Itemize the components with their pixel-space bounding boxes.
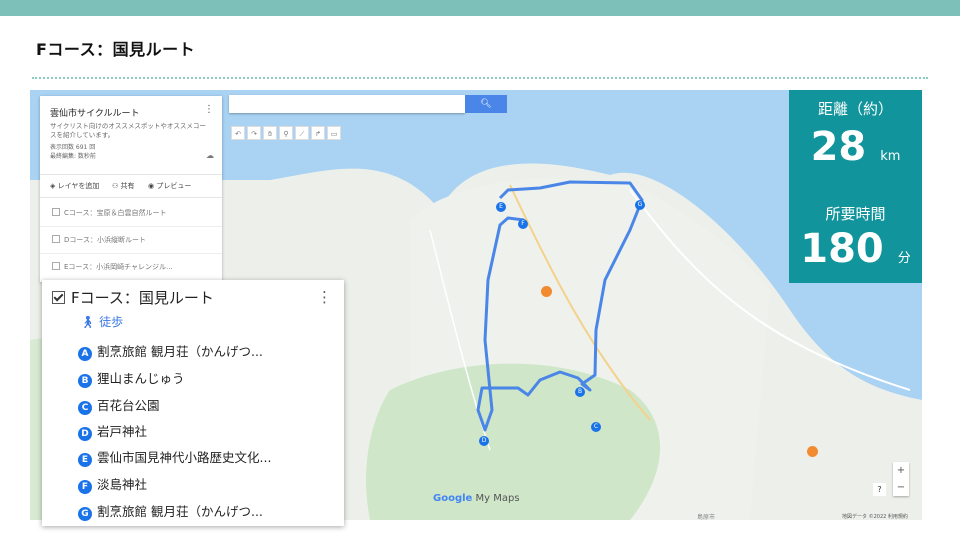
list-item[interactable]: E 雲仙市国見神代小路歴史文化... (78, 447, 271, 467)
layer-label: Eコース：小浜岡崎チャレンジル... (64, 263, 173, 271)
map-description: サイクリスト向けのオススメスポットやオススメコースを紹介しています。 (50, 122, 206, 139)
logo-brand: Google (433, 493, 473, 504)
item-label: 百花台公園 (97, 398, 160, 413)
top-bar (0, 0, 960, 16)
place-label: 島原市 (697, 514, 716, 521)
layer-card: Fコース：国見ルート ⋮ 🚶︎ 徒歩 A 割烹旅館 観月荘（かんげつ... B 狸山… (42, 280, 344, 526)
marker-icon[interactable]: ⚲ (279, 126, 293, 140)
item-label: 岩戸神社 (97, 424, 148, 439)
marker-g[interactable]: G (635, 200, 645, 210)
marker-icon: D (78, 427, 92, 441)
directions-icon[interactable]: ↱ (311, 126, 325, 140)
poi-marker[interactable] (807, 446, 818, 457)
search-input[interactable] (229, 95, 465, 113)
last-edited: 最終編集: 数秒前 (50, 153, 96, 160)
share-button[interactable]: ⚇ 共有 (112, 181, 135, 191)
map-footer[interactable]: 地図データ ©2022 利用規約 (842, 513, 908, 520)
divider (40, 253, 222, 254)
undo-icon[interactable]: ↶ (231, 126, 245, 140)
layer-item[interactable]: Dコース：小浜縦断ルート (52, 235, 146, 245)
page-title: Fコース：国見ルート (36, 40, 196, 59)
divider (40, 226, 222, 227)
poi-marker[interactable] (541, 286, 552, 297)
draw-line-icon[interactable]: ⟋ (295, 126, 309, 140)
help-button[interactable]: ? (873, 483, 886, 496)
checkbox[interactable] (52, 262, 60, 270)
cloud-icon: ☁ (206, 151, 214, 160)
layer-label: Dコース：小浜縦断ルート (64, 236, 147, 244)
list-item[interactable]: A 割烹旅館 観月荘（かんげつ... (78, 341, 263, 361)
redo-icon[interactable]: ↷ (247, 126, 261, 140)
item-label: 雲仙市国見神代小路歴史文化... (97, 450, 272, 465)
marker-icon: G (78, 507, 92, 521)
zoom-control: + − (893, 462, 909, 496)
item-label: 割烹旅館 観月荘（かんげつ... (97, 344, 263, 359)
google-my-maps-logo: Google My Maps (433, 493, 520, 504)
layer-item[interactable]: Eコース：小浜岡崎チャレンジル... (52, 262, 173, 272)
view-count: 表示回数 691 回 (50, 144, 96, 151)
item-label: 割烹旅館 観月荘（かんげつ... (97, 504, 263, 519)
checkbox[interactable] (52, 208, 60, 216)
marker-icon: C (78, 401, 92, 415)
stats-box: 距離（約） 28 km 所要時間 180 分 (789, 90, 922, 283)
dotted-divider (32, 77, 928, 79)
layer-label: Cコース：宝原＆白雲自然ルート (64, 209, 167, 217)
search-button[interactable]: 🔍︎ (465, 95, 507, 113)
preview-button[interactable]: ◉ プレビュー (148, 181, 191, 191)
distance-label: 距離（約） (817, 100, 893, 118)
list-item[interactable]: D 岩戸神社 (78, 421, 147, 441)
logo-product: My Maps (475, 493, 520, 504)
checkbox[interactable] (52, 291, 65, 304)
ruler-icon[interactable]: ▭ (327, 126, 341, 140)
panel-toolbar: ◈ レイヤを追加 ⚇ 共有 ◉ プレビュー (40, 174, 222, 198)
layer-item[interactable]: Cコース：宝原＆白雲自然ルート (52, 208, 167, 218)
zoom-out-button[interactable]: − (893, 479, 909, 496)
marker-icon: B (78, 374, 92, 388)
more-vert-icon[interactable]: ⋮ (204, 104, 214, 115)
distance-number: 28 (810, 124, 867, 170)
distance-unit: km (880, 149, 901, 164)
map-toolbar: ↶ ↷ ✋︎ ⚲ ⟋ ↱ ▭ (231, 121, 343, 140)
time-value: 180 分 (789, 226, 922, 272)
item-label: 狸山まんじゅう (97, 371, 185, 386)
preview-label: プレビュー (156, 182, 192, 190)
travel-mode-label: 徒歩 (99, 315, 124, 329)
share-label: 共有 (120, 182, 135, 190)
mymaps-panel: 雲仙市サイクルルート ⋮ サイクリスト向けのオススメスポットやオススメコースを紹… (40, 96, 222, 282)
walk-icon: 🚶︎ (80, 315, 96, 329)
marker-c[interactable]: C (591, 422, 601, 432)
time-number: 180 (800, 226, 884, 272)
list-item[interactable]: F 淡島神社 (78, 474, 147, 494)
checkbox[interactable] (52, 235, 60, 243)
more-vert-icon[interactable]: ⋮ (317, 288, 332, 306)
search-icon: 🔍︎ (480, 99, 492, 109)
marker-icon: F (78, 480, 92, 494)
time-unit: 分 (897, 251, 911, 266)
map-title[interactable]: 雲仙市サイクルルート (50, 106, 140, 119)
list-item[interactable]: C 百花台公園 (78, 395, 160, 415)
hand-icon[interactable]: ✋︎ (263, 126, 277, 140)
marker-d[interactable]: D (479, 436, 489, 446)
marker-e[interactable]: E (496, 202, 506, 212)
travel-mode[interactable]: 🚶︎ 徒歩 (80, 313, 123, 330)
marker-b[interactable]: B (575, 387, 585, 397)
marker-f[interactable]: F (518, 219, 528, 229)
list-item[interactable]: G 割烹旅館 観月荘（かんげつ... (78, 501, 263, 521)
distance-value: 28 km (789, 124, 922, 170)
list-item[interactable]: B 狸山まんじゅう (78, 368, 185, 388)
marker-icon: E (78, 453, 92, 467)
item-label: 淡島神社 (97, 477, 148, 492)
time-label: 所要時間 (825, 205, 886, 223)
layer-title[interactable]: Fコース：国見ルート (52, 287, 214, 308)
marker-icon: A (78, 347, 92, 361)
add-layer-button[interactable]: ◈ レイヤを追加 (50, 181, 99, 191)
layer-title-label: Fコース：国見ルート (71, 289, 214, 307)
add-layer-label: レイヤを追加 (57, 182, 100, 190)
zoom-in-button[interactable]: + (893, 462, 909, 479)
